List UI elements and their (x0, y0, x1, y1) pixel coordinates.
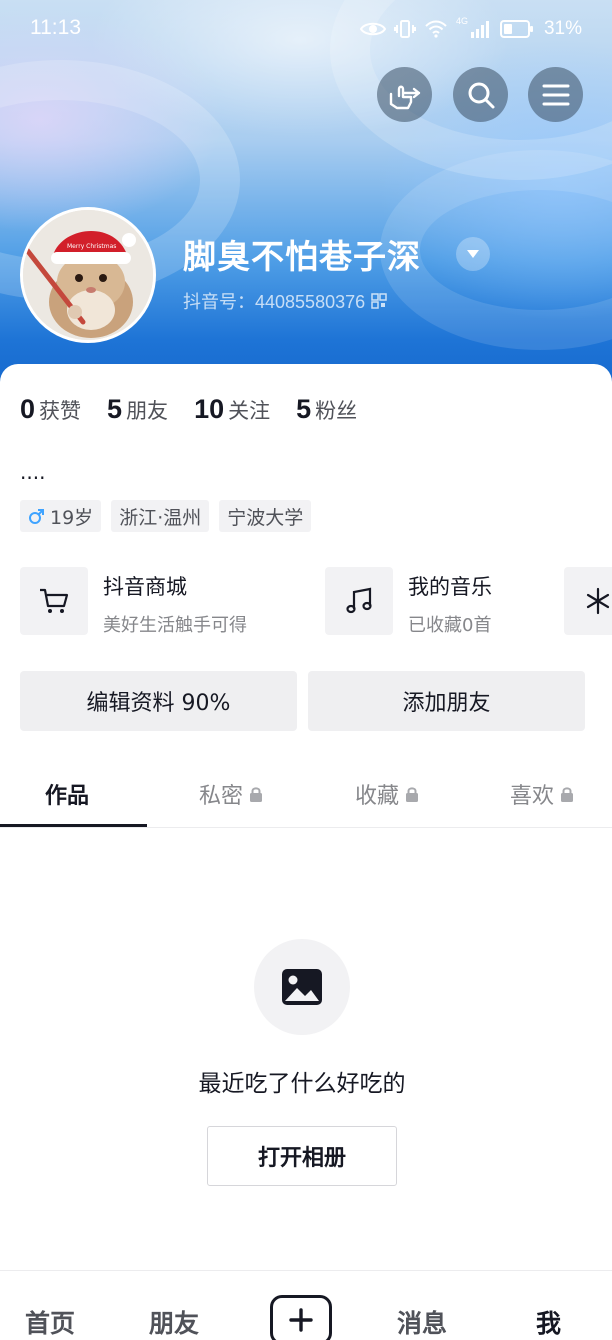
feature-mall-icon-box (20, 567, 88, 635)
empty-state-text: 最近吃了什么好吃的 (198, 1071, 406, 1097)
stat-likes-label: 获赞 (39, 399, 82, 423)
search-button[interactable] (453, 67, 508, 122)
stats-row: 0 获赞 5 朋友 10 关注 5 粉丝 (20, 394, 383, 425)
tab-works[interactable]: 作品 (45, 778, 89, 810)
profile-actions: 编辑资料 90% 添加朋友 (20, 671, 585, 731)
stat-followers[interactable]: 5 粉丝 (296, 394, 357, 425)
tag-location: 浙江·温州 (111, 500, 210, 532)
bio-text: .... (20, 460, 46, 484)
tab-likes-label: 喜欢 (510, 784, 555, 809)
nav-me[interactable]: 我 (536, 1304, 561, 1340)
eye-icon (359, 22, 386, 36)
status-bar: 11:13 4G 31% (0, 0, 612, 62)
tab-works-label: 作品 (45, 784, 90, 809)
feature-mall-subtitle: 美好生活触手可得 (103, 615, 247, 636)
sparkle-icon (586, 587, 610, 615)
status-time: 11:13 (30, 16, 81, 39)
menu-icon (542, 84, 569, 105)
lock-icon (561, 786, 574, 802)
nav-messages[interactable]: 消息 (397, 1304, 447, 1340)
feature-shortcuts: 抖音商城 美好生活触手可得 我的音乐 已收藏0首 (20, 567, 612, 637)
feature-mall-title: 抖音商城 (103, 575, 187, 599)
tap-icon (389, 85, 420, 109)
nav-home[interactable]: 首页 (25, 1304, 75, 1340)
feature-music-subtitle: 已收藏0首 (408, 615, 492, 636)
tag-age: 19岁 (20, 500, 102, 532)
tab-favorites[interactable]: 收藏 (355, 778, 419, 810)
stat-following-label: 关注 (228, 399, 271, 423)
plus-icon (289, 1308, 313, 1332)
tag-school-text: 宁波大学 (227, 506, 304, 529)
open-album-button[interactable]: 打开相册 (207, 1126, 397, 1186)
qrcode-icon[interactable] (371, 293, 387, 309)
feature-more[interactable] (564, 567, 612, 637)
hamster-avatar-image: Merry Christmas (23, 210, 153, 340)
douyin-id: 抖音号：44085580376 (183, 292, 366, 312)
cart-icon (40, 588, 69, 613)
image-icon (282, 969, 322, 1005)
wifi-icon (425, 20, 447, 38)
tab-likes[interactable]: 喜欢 (510, 778, 574, 810)
create-button[interactable] (270, 1295, 332, 1340)
stat-followers-label: 粉丝 (315, 399, 358, 423)
nav-friends[interactable]: 朋友 (149, 1304, 199, 1340)
add-friend-button[interactable]: 添加朋友 (308, 671, 585, 731)
lock-icon (250, 786, 263, 802)
active-tab-indicator (0, 824, 147, 827)
avatar-hat-text: Merry Christmas (67, 243, 116, 250)
stat-friends-count: 5 (107, 394, 123, 424)
profile-tags: 19岁 浙江·温州 宁波大学 (20, 500, 312, 532)
stat-likes-count: 0 (20, 394, 36, 424)
feature-music-title: 我的音乐 (408, 575, 492, 599)
feature-more-icon-box (564, 567, 612, 635)
stat-friends[interactable]: 5 朋友 (107, 394, 168, 425)
stat-followers-count: 5 (296, 394, 312, 424)
search-icon (468, 82, 494, 108)
stat-following[interactable]: 10 关注 (194, 394, 270, 425)
tab-private[interactable]: 私密 (199, 778, 263, 810)
feature-music[interactable]: 我的音乐 已收藏0首 (325, 567, 492, 637)
network-type: 4G (455, 16, 468, 26)
douyin-id-row[interactable]: 抖音号：44085580376 (183, 288, 387, 314)
music-icon (346, 587, 372, 614)
vibrate-icon (393, 20, 416, 38)
edit-profile-button[interactable]: 编辑资料 90% (20, 671, 297, 731)
male-icon (29, 508, 44, 524)
nickname: 脚臭不怕巷子深 (183, 237, 421, 276)
battery-icon (499, 20, 533, 38)
tag-age-text: 19岁 (50, 506, 94, 529)
triangle-down-icon (467, 250, 479, 258)
tag-school: 宁波大学 (219, 500, 312, 532)
empty-state-icon-box (254, 939, 350, 1035)
signal-icon (470, 21, 489, 38)
account-switch-button[interactable] (456, 237, 490, 271)
battery-percent: 31% (543, 18, 582, 39)
tab-favorites-label: 收藏 (355, 784, 400, 809)
stat-following-count: 10 (194, 394, 225, 424)
avatar[interactable]: Merry Christmas (20, 207, 156, 343)
menu-button[interactable] (528, 67, 583, 122)
stat-friends-label: 朋友 (126, 399, 169, 423)
content-tabs: 作品 私密 收藏 喜欢 (0, 760, 612, 828)
lock-icon (406, 786, 419, 802)
visitor-button[interactable] (377, 67, 432, 122)
feature-music-icon-box (325, 567, 393, 635)
tag-location-text: 浙江·温州 (119, 506, 202, 529)
feature-mall[interactable]: 抖音商城 美好生活触手可得 (20, 567, 247, 637)
bottom-navigation: 首页 朋友 消息 我 (0, 1270, 612, 1340)
stat-likes[interactable]: 0 获赞 (20, 394, 81, 425)
tab-private-label: 私密 (199, 784, 244, 809)
